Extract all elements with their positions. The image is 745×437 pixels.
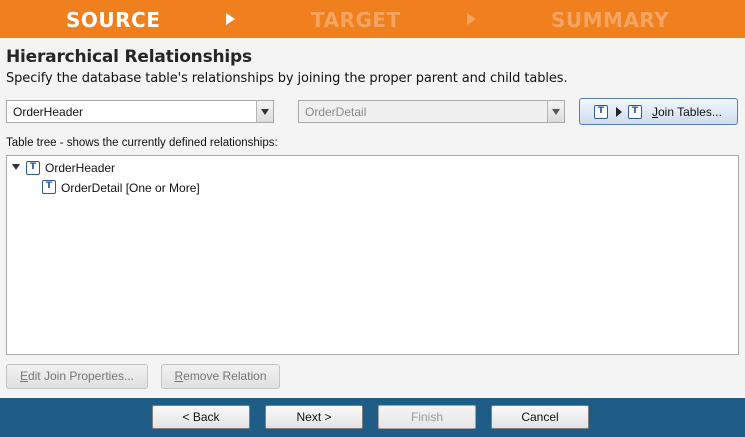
next-button[interactable]: Next > — [265, 405, 363, 429]
wizard-footer: < Back Next > Finish Cancel — [0, 398, 745, 437]
back-button[interactable]: < Back — [152, 405, 250, 429]
tree-node-orderheader[interactable]: OrderHeader — [45, 161, 115, 175]
remove-relation-button[interactable]: Remove Relation — [161, 364, 280, 389]
chevron-down-icon[interactable] — [547, 101, 564, 122]
edit-join-properties-button[interactable]: Edit Join Properties... — [6, 364, 148, 389]
page-description: Specify the database table's relationshi… — [6, 71, 568, 86]
child-table-select[interactable]: OrderDetail — [298, 100, 565, 123]
wizard-step-bar: SOURCE TARGET SUMMARY — [0, 0, 745, 38]
step-target: TARGET — [311, 8, 401, 32]
step-arrow-icon — [467, 13, 476, 25]
cancel-button[interactable]: Cancel — [491, 405, 589, 429]
tree-node-orderdetail[interactable]: OrderDetail [One or More] — [61, 181, 200, 195]
table-tree[interactable]: T OrderHeader T OrderDetail [One or More… — [6, 155, 739, 355]
page-title: Hierarchical Relationships — [6, 47, 252, 67]
table-tree-label: Table tree - shows the currently defined… — [6, 137, 278, 149]
chevron-down-icon[interactable] — [256, 101, 273, 122]
join-tables-label: Join Tables... — [652, 105, 722, 119]
expand-collapse-icon[interactable] — [12, 164, 20, 170]
parent-table-value: OrderHeader — [13, 105, 84, 119]
table-icon: T — [26, 161, 40, 175]
step-arrow-icon — [226, 13, 235, 25]
arrow-right-icon — [616, 107, 622, 117]
join-tables-button[interactable]: T T Join Tables... — [579, 98, 738, 125]
table-icon: T — [594, 105, 608, 119]
finish-button[interactable]: Finish — [378, 405, 476, 429]
step-summary: SUMMARY — [551, 8, 670, 32]
parent-table-select[interactable]: OrderHeader — [6, 100, 274, 123]
step-source: SOURCE — [66, 8, 161, 32]
child-table-value: OrderDetail — [305, 105, 367, 119]
table-icon: T — [628, 105, 642, 119]
table-icon: T — [42, 180, 56, 194]
